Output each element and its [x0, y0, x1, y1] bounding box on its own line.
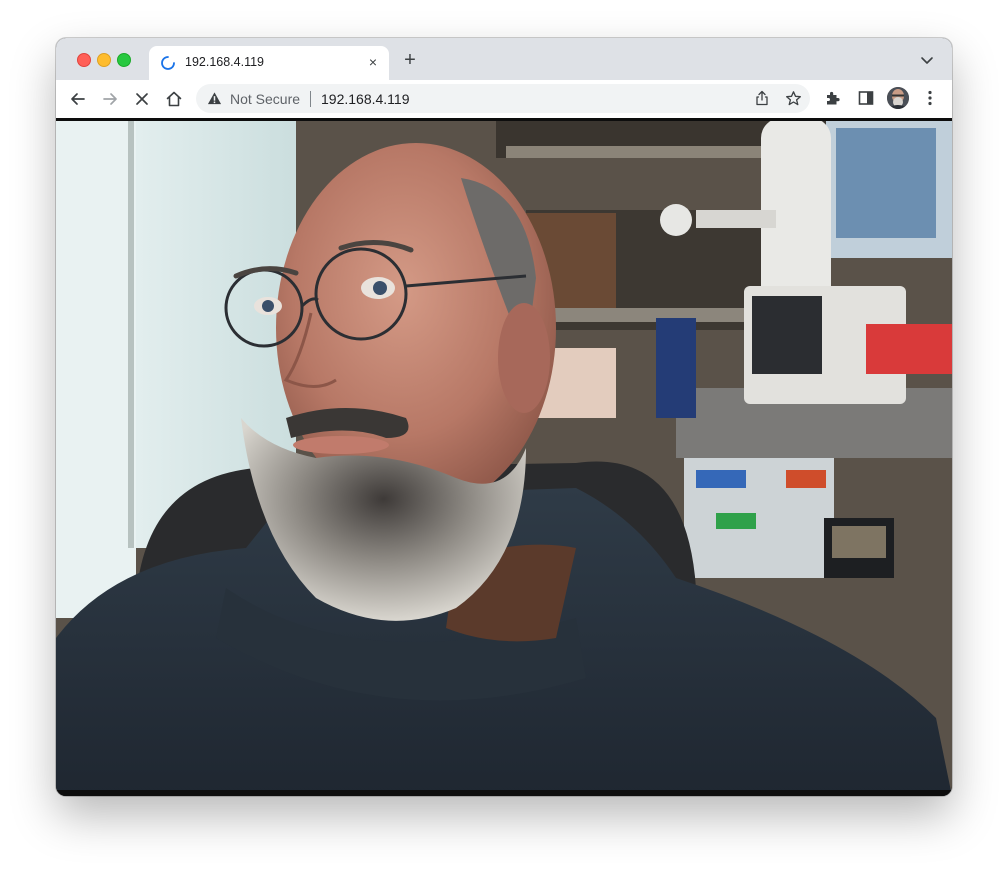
warning-icon[interactable] [207, 91, 222, 106]
browser-toolbar: Not Secure 192.168.4.119 [56, 80, 952, 119]
side-panel-icon[interactable] [857, 89, 875, 107]
tab-strip: 192.168.4.119 × + [56, 38, 952, 80]
omnibox-divider [310, 91, 311, 107]
webcam-photo [56, 118, 952, 796]
loading-spinner-icon [161, 56, 175, 70]
avatar-photo-icon [887, 87, 909, 109]
webcam-stream-view [56, 118, 952, 796]
bookmark-star-icon[interactable] [785, 90, 802, 107]
extensions-puzzle-icon[interactable] [824, 89, 842, 107]
tab-close-icon[interactable]: × [365, 54, 381, 70]
home-icon[interactable] [164, 89, 184, 109]
back-arrow-icon[interactable] [68, 89, 88, 109]
profile-avatar[interactable] [887, 87, 909, 109]
more-menu-icon[interactable] [922, 89, 938, 107]
security-status-label[interactable]: Not Secure [230, 91, 300, 107]
tab-title: 192.168.4.119 [185, 55, 265, 69]
tab-active[interactable]: 192.168.4.119 × [149, 46, 389, 80]
forward-arrow-icon[interactable] [100, 89, 120, 109]
chevron-down-icon[interactable] [920, 53, 934, 67]
new-tab-button[interactable]: + [400, 50, 420, 70]
minimize-window-button[interactable] [97, 53, 111, 67]
share-icon[interactable] [754, 90, 770, 106]
zoom-window-button[interactable] [117, 53, 131, 67]
stop-loading-icon[interactable] [132, 89, 152, 109]
browser-window: 192.168.4.119 × + Not Secure 192.168.4.1… [56, 38, 952, 796]
close-window-button[interactable] [77, 53, 91, 67]
address-bar[interactable]: Not Secure 192.168.4.119 [196, 84, 810, 113]
url-text[interactable]: 192.168.4.119 [321, 91, 410, 107]
